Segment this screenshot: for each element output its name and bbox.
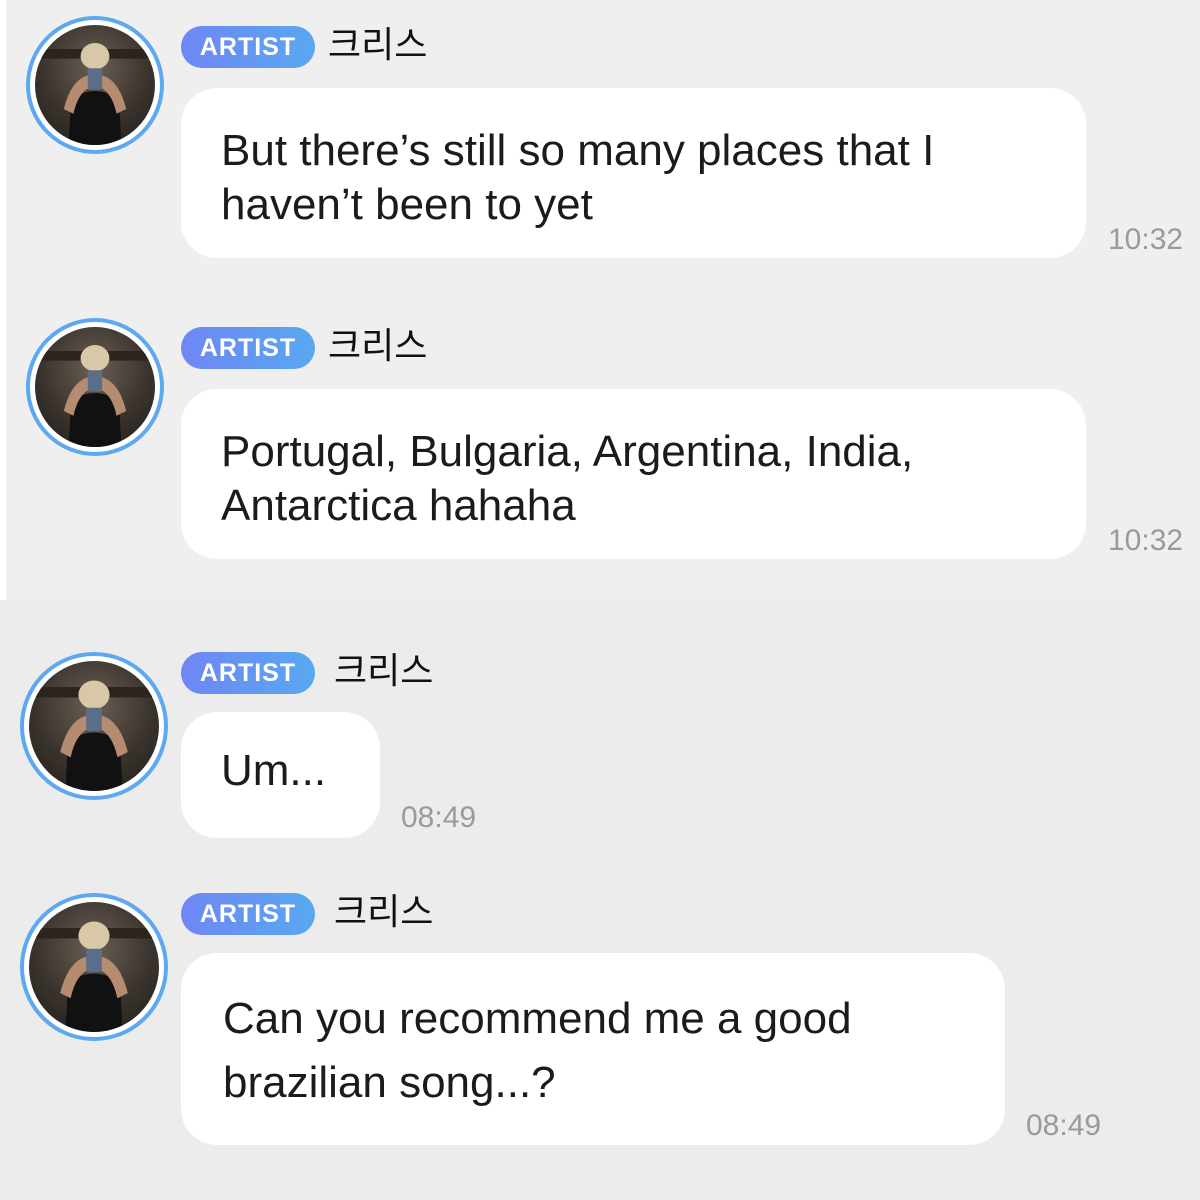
avatar[interactable] (20, 652, 168, 800)
message-text-line: Um... (221, 746, 327, 795)
avatar-photo (35, 327, 155, 447)
person-icon (35, 345, 155, 447)
edge-strip (0, 0, 6, 600)
message-text-line: brazilian song...? (223, 1058, 556, 1107)
sender-name: 크리스 (334, 650, 434, 691)
message-text-line: haven’t been to yet (221, 180, 593, 229)
person-icon (35, 43, 155, 145)
message-bubble[interactable]: But there’s still so many places that I … (181, 88, 1086, 258)
message-timestamp: 10:32 (1108, 524, 1184, 557)
message-bubble[interactable]: Can you recommend me a good brazilian so… (181, 953, 1005, 1145)
sender-name: 크리스 (334, 891, 434, 932)
message-bubble[interactable]: Um... (181, 712, 380, 838)
message-text-line: Portugal, Bulgaria, Argentina, India, (221, 427, 914, 476)
person-icon (29, 921, 159, 1032)
artist-badge: ARTIST (181, 26, 315, 68)
avatar[interactable] (20, 893, 168, 1041)
sender-name: 크리스 (328, 24, 428, 65)
message-timestamp: 08:49 (401, 801, 477, 834)
avatar[interactable] (26, 16, 164, 154)
person-icon (29, 680, 159, 791)
sender-name: 크리스 (328, 325, 428, 366)
artist-badge: ARTIST (181, 893, 315, 935)
message-timestamp: 08:49 (1026, 1109, 1102, 1142)
avatar[interactable] (26, 318, 164, 456)
avatar-photo (29, 661, 159, 791)
avatar-photo (29, 902, 159, 1032)
message-text-line: But there’s still so many places that I (221, 126, 935, 175)
artist-badge: ARTIST (181, 652, 315, 694)
message-timestamp: 10:32 (1108, 223, 1184, 256)
artist-badge: ARTIST (181, 327, 315, 369)
message-text-line: Can you recommend me a good (223, 994, 852, 1043)
message-bubble[interactable]: Portugal, Bulgaria, Argentina, India, An… (181, 389, 1086, 559)
message-text-line: Antarctica hahaha (221, 481, 576, 530)
avatar-photo (35, 25, 155, 145)
